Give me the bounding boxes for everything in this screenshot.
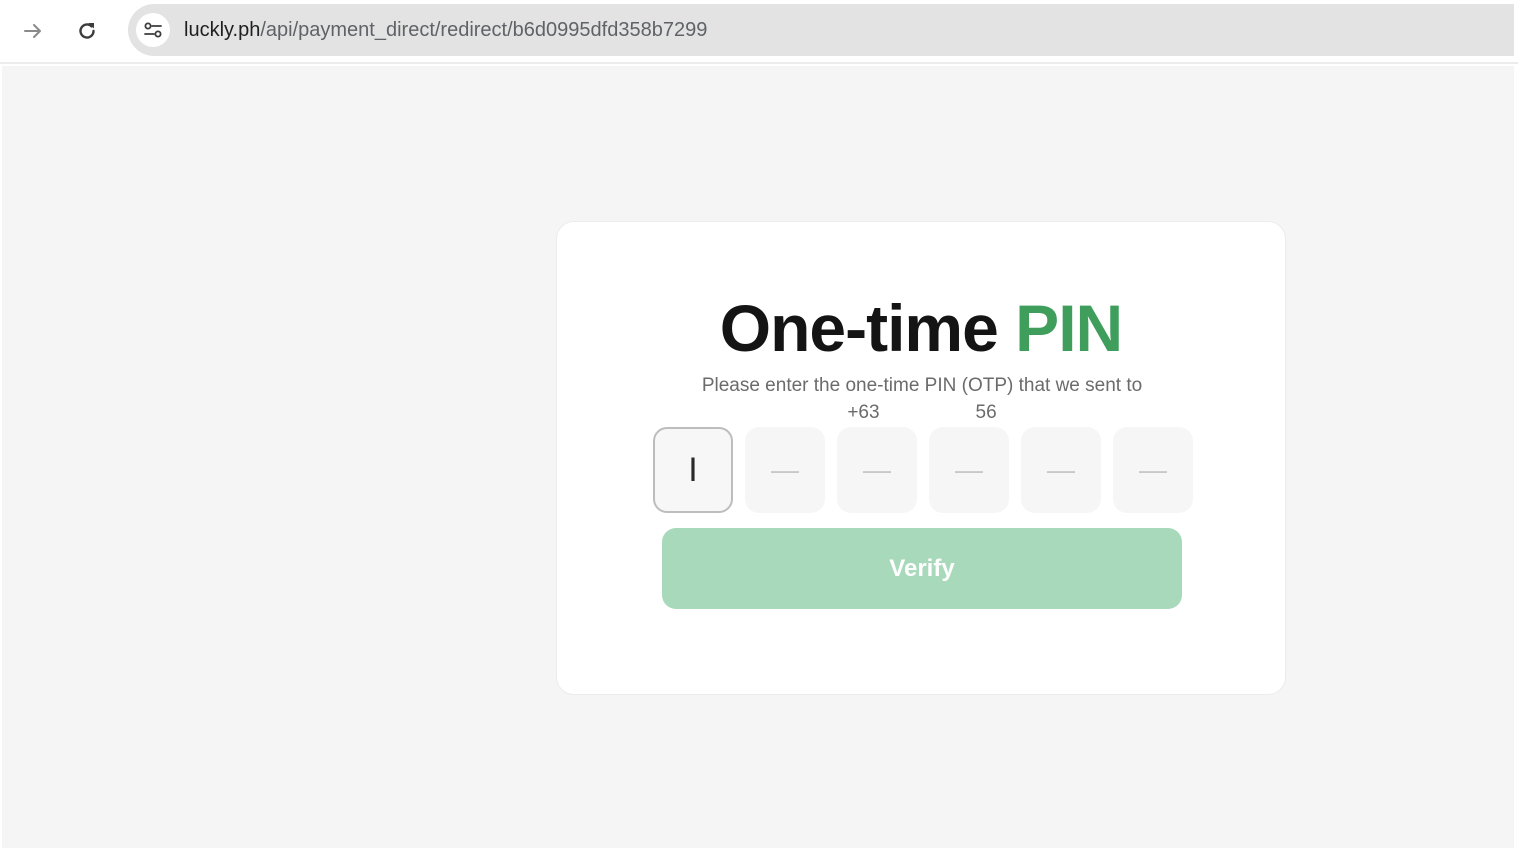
url-host: luckly.ph	[184, 18, 261, 41]
otp-card: One-time PIN Please enter the one-time P…	[556, 221, 1286, 695]
otp-digit-1[interactable]: I	[653, 427, 733, 513]
title-accent: PIN	[1015, 291, 1123, 365]
otp-digit-3[interactable]: —	[837, 427, 917, 513]
url-path: /api/payment_direct/redirect/b6d0995dfd3…	[260, 18, 708, 41]
tune-icon	[144, 22, 162, 38]
reload-icon	[79, 23, 95, 39]
otp-digit-4[interactable]: —	[929, 427, 1009, 513]
phone-prefix: +63	[847, 402, 880, 423]
browser-toolbar: luckly.ph/api/payment_direct/redirect/b6…	[0, 0, 1518, 64]
instruction-text: Please enter the one-time PIN (OTP) that…	[701, 375, 1143, 396]
otp-instructions: Please enter the one-time PIN (OTP) that…	[647, 372, 1197, 426]
masked-phone-number: +63 56	[847, 399, 996, 426]
phone-suffix: 56	[975, 402, 997, 423]
otp-digit-6[interactable]: —	[1113, 427, 1193, 513]
url-text[interactable]: luckly.ph/api/payment_direct/redirect/b6…	[184, 19, 707, 42]
otp-digit-2[interactable]: —	[745, 427, 825, 513]
title-main: One-time	[719, 291, 1016, 365]
reload-button[interactable]	[68, 12, 106, 50]
verify-button[interactable]: Verify	[662, 528, 1182, 609]
forward-button[interactable]	[14, 12, 52, 50]
address-bar[interactable]: luckly.ph/api/payment_direct/redirect/b6…	[128, 4, 1514, 56]
site-info-button[interactable]	[136, 13, 170, 47]
arrow-right-icon	[24, 24, 41, 38]
phone-redaction	[879, 404, 976, 421]
otp-digit-5[interactable]: —	[1021, 427, 1101, 513]
page-title: One-time PIN	[557, 290, 1285, 366]
otp-input-group: I — — — — —	[653, 427, 1193, 513]
